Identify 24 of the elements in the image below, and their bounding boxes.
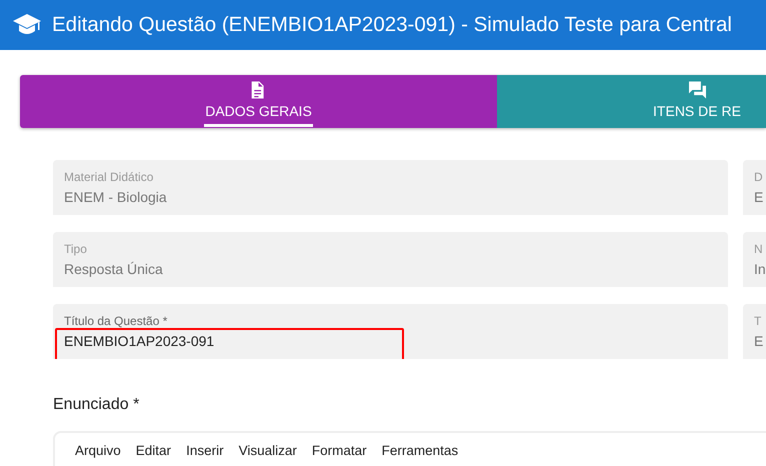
- field-label: Título da Questão *: [64, 314, 168, 328]
- menu-item[interactable]: Ferramentas: [382, 443, 466, 466]
- field-label: Tipo: [64, 242, 88, 256]
- menu-item[interactable]: Arquivo: [75, 443, 129, 466]
- field-value: Resposta Única: [64, 261, 164, 278]
- field-label: D: [754, 170, 764, 184]
- text-editor[interactable]: Arquivo Editar Inserir Visualizar Formatar Ferramentas: [53, 431, 766, 466]
- menu-item[interactable]: Formatar: [312, 443, 375, 466]
- field-label: N: [754, 242, 764, 256]
- tab[interactable]: ITENS DE RE: [497, 75, 766, 128]
- field-value: E: [754, 333, 764, 350]
- menu-item[interactable]: Visualizar: [238, 443, 305, 466]
- field-value: ENEMBIO1AP2023-091: [64, 333, 216, 350]
- field-label: T: [754, 314, 762, 328]
- section-label: Enunciado *: [53, 395, 140, 415]
- text-field[interactable]: Título da Questão * ENEMBIO1AP2023-091: [53, 304, 728, 359]
- menu-item[interactable]: Inserir: [186, 443, 232, 466]
- field-label: Material Didático: [64, 170, 154, 184]
- field-value: In: [754, 261, 766, 278]
- field-value: ENEM - Biologia: [64, 189, 168, 206]
- field-value: E: [754, 189, 764, 206]
- window-title: Editando Questão (ENEMBIO1AP2023-091) - Simulado Teste para Central: [52, 13, 732, 37]
- menu-item[interactable]: Editar: [136, 443, 180, 466]
- tab[interactable]: DADOS GERAIS: [20, 75, 497, 128]
